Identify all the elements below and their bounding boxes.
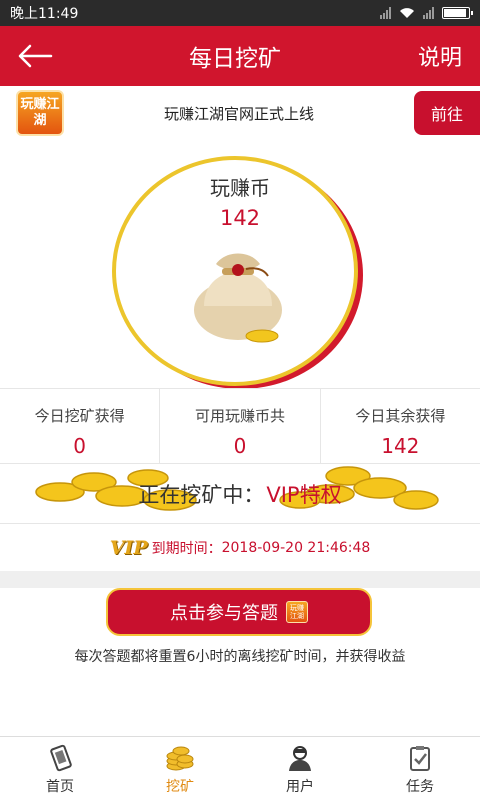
stat-available-coins: 可用玩赚币共 0 — [159, 389, 319, 463]
quiz-description: 每次答题都将重置6小时的离线挖矿时间，并获得收益 — [74, 649, 406, 665]
stat-today-mined: 今日挖矿获得 0 — [0, 389, 159, 463]
page-title: 每日挖矿 — [189, 46, 281, 72]
money-bag-icon — [194, 253, 282, 343]
tab-label: 任务 — [406, 779, 434, 795]
stat-label: 今日其余获得 — [355, 407, 446, 425]
mining-card: 玩赚币 142 今日挖矿获得 0 可用玩赚币共 0 今日其余获得 142 正在挖… — [0, 140, 480, 571]
tab-label: 用户 — [286, 779, 314, 795]
stats-row: 今日挖矿获得 0 可用玩赚币共 0 今日其余获得 142 — [0, 388, 480, 464]
tab-label: 挖矿 — [166, 779, 194, 795]
goto-button[interactable]: 前往 — [414, 91, 480, 135]
stat-label: 可用玩赚币共 — [194, 407, 285, 425]
quiz-section: 点击参与答题 玩赚江湖 每次答题都将重置6小时的离线挖矿时间，并获得收益 — [0, 588, 480, 736]
coin-value: 142 — [219, 206, 261, 230]
coin-display: 玩赚币 142 — [0, 140, 480, 511]
help-button[interactable]: 说明 — [400, 40, 480, 72]
tab-home[interactable]: 首页 — [0, 737, 120, 800]
stat-label: 今日挖矿获得 — [34, 407, 125, 425]
tab-user[interactable]: 用户 — [240, 737, 360, 800]
home-phone-icon — [45, 744, 75, 772]
back-arrow-icon — [18, 44, 53, 68]
status-bar: 晚上11:49 — [0, 0, 480, 26]
mining-status-prefix: 正在挖矿中： — [138, 482, 265, 507]
notice-text: 玩赚江湖官网正式上线 — [163, 104, 314, 123]
mining-status-vip: VIP特权 — [266, 482, 342, 507]
mining-status: 正在挖矿中： VIP特权 — [0, 464, 480, 524]
expiry-datetime: 2018-09-20 21:46:48 — [221, 539, 371, 556]
notice-bar: 玩赚江湖 玩赚江湖官网正式上线 前往 — [0, 86, 480, 140]
battery-icon — [442, 7, 473, 19]
stat-value: 0 — [233, 434, 247, 458]
back-button[interactable] — [0, 26, 70, 86]
app-bar: 每日挖矿 说明 — [0, 26, 480, 86]
stat-value: 0 — [73, 434, 87, 458]
signal-icon-2 — [423, 7, 434, 19]
tab-label: 首页 — [46, 779, 74, 795]
app-logo: 玩赚江湖 — [16, 90, 64, 136]
join-quiz-label: 点击参与答题 — [170, 603, 278, 624]
tab-tasks[interactable]: 任务 — [360, 737, 480, 800]
expiry-label: 到期时间： — [151, 540, 222, 557]
tab-mining[interactable]: 挖矿 — [120, 737, 240, 800]
stat-other-earnings: 今日其余获得 142 — [319, 389, 480, 463]
app-logo-small-icon: 玩赚江湖 — [286, 601, 308, 623]
vip-expiry: VIP 到期时间： 2018-09-20 21:46:48 — [0, 524, 480, 571]
bottom-tab-bar: 首页 挖矿 用户 任务 — [0, 736, 480, 800]
join-quiz-button[interactable]: 点击参与答题 玩赚江湖 — [106, 588, 372, 636]
coin-stack-icon — [165, 744, 195, 772]
wifi-icon — [400, 8, 414, 18]
stat-value: 142 — [381, 434, 420, 458]
task-clipboard-icon — [405, 744, 435, 772]
vip-badge-icon: VIP — [109, 536, 148, 559]
user-icon — [285, 744, 315, 772]
signal-icon — [380, 7, 391, 19]
coin-label: 玩赚币 — [210, 176, 270, 200]
status-time: 晚上11:49 — [10, 6, 79, 22]
